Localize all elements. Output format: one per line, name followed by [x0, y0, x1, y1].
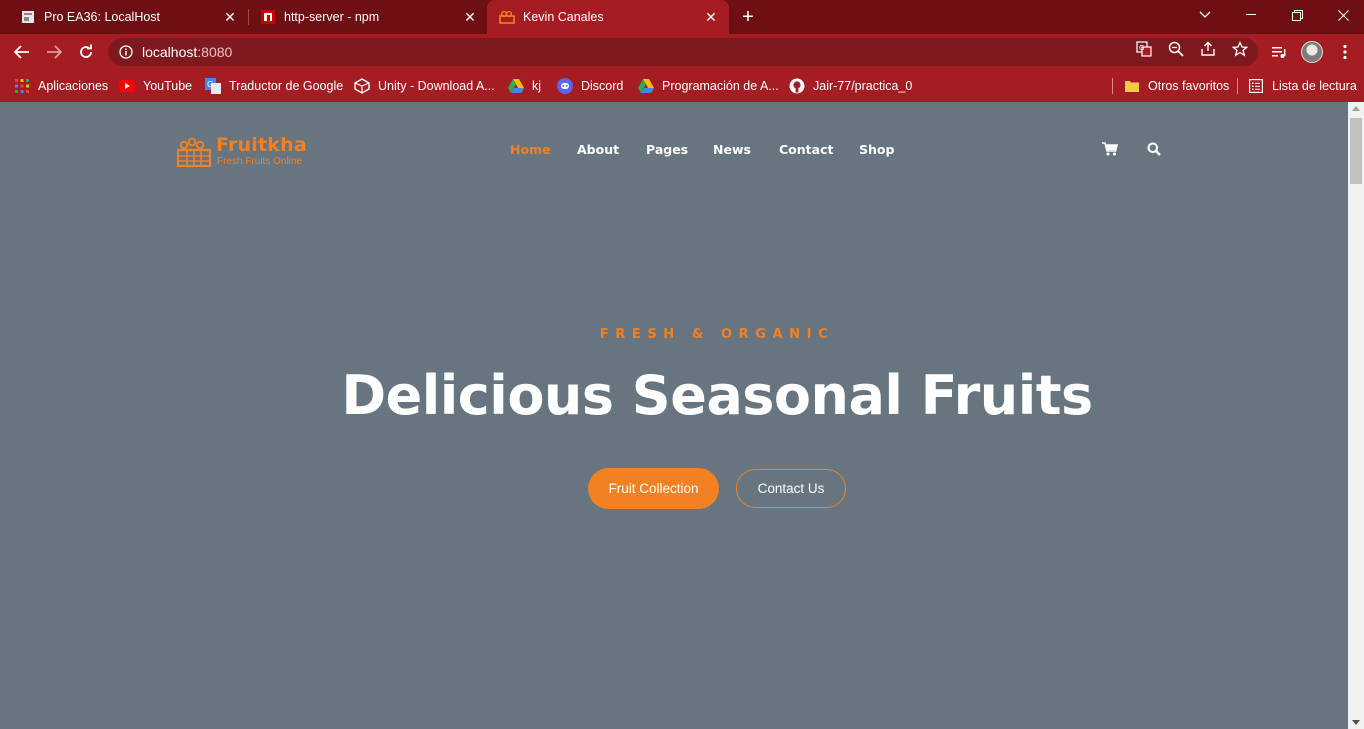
more-menu-icon[interactable]	[1335, 42, 1355, 62]
bookmark-label: YouTube	[143, 79, 193, 93]
search-icon[interactable]	[1145, 140, 1163, 158]
google-drive-icon	[638, 78, 654, 94]
back-arrow-icon[interactable]	[10, 40, 34, 64]
bookmark-unity[interactable]: Unity - Download A...	[354, 77, 495, 95]
svg-text:G: G	[1139, 44, 1144, 52]
close-tab-icon[interactable]: ✕	[703, 9, 719, 25]
address-bar[interactable]: localhost:8080	[108, 38, 1258, 66]
scroll-thumb[interactable]	[1350, 118, 1362, 184]
youtube-icon	[119, 78, 135, 94]
fruit-collection-button[interactable]: Fruit Collection	[588, 468, 719, 509]
discord-icon	[557, 78, 573, 94]
bookmarks-separator	[1237, 78, 1238, 94]
nav-shop[interactable]: Shop	[859, 142, 894, 157]
hero-title: Delicious Seasonal Fruits	[341, 364, 1093, 427]
bookmark-label: Jair-77/practica_0	[813, 79, 913, 93]
bookmark-label: kj	[532, 79, 542, 93]
bookmark-label: Otros favoritos	[1148, 79, 1230, 93]
site-logo[interactable]: Fruitkha Fresh Fruits Online	[176, 134, 316, 170]
npm-icon	[260, 9, 276, 25]
page-favicon-icon	[20, 9, 36, 25]
google-drive-icon	[508, 78, 524, 94]
close-tab-icon[interactable]: ✕	[222, 9, 238, 25]
bookmark-label: Discord	[581, 79, 624, 93]
apps-grid-icon	[14, 78, 30, 94]
url-host: localhost	[142, 44, 198, 60]
media-control-icon[interactable]	[1269, 42, 1289, 62]
url-text[interactable]: localhost:8080	[142, 44, 232, 60]
zoom-icon[interactable]	[1167, 40, 1185, 58]
bookmark-label: Aplicaciones	[38, 79, 109, 93]
page-viewport: Fruitkha Fresh Fruits Online Home About …	[0, 102, 1348, 729]
close-window-icon[interactable]	[1320, 0, 1364, 30]
site-info-icon[interactable]	[118, 44, 134, 60]
tab-pro-ea36[interactable]: Pro EA36: LocalHost ✕	[0, 0, 248, 34]
unity-icon	[354, 78, 370, 94]
forward-arrow-icon[interactable]	[42, 40, 66, 64]
bookmark-label: Traductor de Google	[229, 79, 344, 93]
bookmark-discord[interactable]: Discord	[557, 77, 623, 95]
brand-tagline: Fresh Fruits Online	[217, 156, 303, 167]
nav-contact[interactable]: Contact	[779, 142, 833, 157]
nav-home[interactable]: Home	[510, 142, 551, 157]
tab-strip: Pro EA36: LocalHost ✕ http-server - npm …	[0, 0, 1364, 34]
tab-title: Kevin Canales	[523, 10, 604, 24]
minimize-window-icon[interactable]	[1228, 0, 1274, 30]
tab-kevin-canales[interactable]: Kevin Canales ✕	[487, 0, 729, 34]
bookmark-programacion[interactable]: Programación de A...	[638, 77, 779, 95]
reading-list-button[interactable]: Lista de lectura	[1248, 77, 1357, 95]
scroll-up-arrow-icon[interactable]	[1352, 106, 1360, 111]
page-scrollbar[interactable]	[1348, 102, 1364, 729]
contact-us-button[interactable]: Contact Us	[736, 469, 846, 508]
bookmark-other-favorites[interactable]: Otros favoritos	[1124, 77, 1229, 95]
reload-icon[interactable]	[74, 40, 98, 64]
fruitkha-favicon-icon	[499, 9, 515, 25]
google-translate-icon: G	[205, 78, 221, 94]
bookmark-kj[interactable]: kj	[508, 77, 541, 95]
folder-icon	[1124, 78, 1140, 94]
nav-pages[interactable]: Pages	[646, 142, 688, 157]
tab-http-server[interactable]: http-server - npm ✕	[240, 0, 488, 34]
translate-icon[interactable]: G	[1135, 40, 1153, 58]
tab-title: Pro EA36: LocalHost	[44, 10, 161, 24]
bookmark-label: Programación de A...	[662, 79, 779, 93]
restore-window-icon[interactable]	[1274, 0, 1320, 30]
github-icon	[789, 78, 805, 94]
profile-avatar[interactable]	[1301, 41, 1323, 63]
bookmark-translate[interactable]: G Traductor de Google	[205, 77, 343, 95]
tab-search-icon[interactable]	[1182, 0, 1228, 30]
bookmark-label: Unity - Download A...	[378, 79, 495, 93]
url-port: :8080	[197, 44, 233, 60]
new-tab-button[interactable]: +	[736, 5, 760, 29]
nav-news[interactable]: News	[713, 142, 751, 157]
nav-about[interactable]: About	[577, 142, 619, 157]
bookmarks-bar: Aplicaciones YouTube G Traductor de Goog…	[0, 70, 1364, 102]
fruit-basket-icon	[176, 137, 212, 168]
bookmark-label: Lista de lectura	[1272, 79, 1357, 93]
hero-subtitle: FRESH & ORGANIC	[599, 327, 835, 342]
close-tab-icon[interactable]: ✕	[462, 9, 478, 25]
reading-list-icon	[1248, 78, 1264, 94]
tab-title: http-server - npm	[284, 10, 380, 24]
brand-name: Fruitkha	[216, 134, 307, 156]
shopping-cart-icon[interactable]	[1101, 140, 1119, 158]
bookmark-github[interactable]: Jair-77/practica_0	[789, 77, 912, 95]
bookmarks-separator	[1112, 78, 1113, 94]
bookmark-star-icon[interactable]	[1231, 40, 1249, 58]
bookmark-youtube[interactable]: YouTube	[119, 77, 192, 95]
scroll-down-arrow-icon[interactable]	[1352, 720, 1360, 725]
bookmark-apps[interactable]: Aplicaciones	[14, 77, 108, 95]
share-icon[interactable]	[1199, 40, 1217, 58]
browser-toolbar: localhost:8080 G	[0, 34, 1364, 70]
svg-text:G: G	[207, 80, 213, 89]
